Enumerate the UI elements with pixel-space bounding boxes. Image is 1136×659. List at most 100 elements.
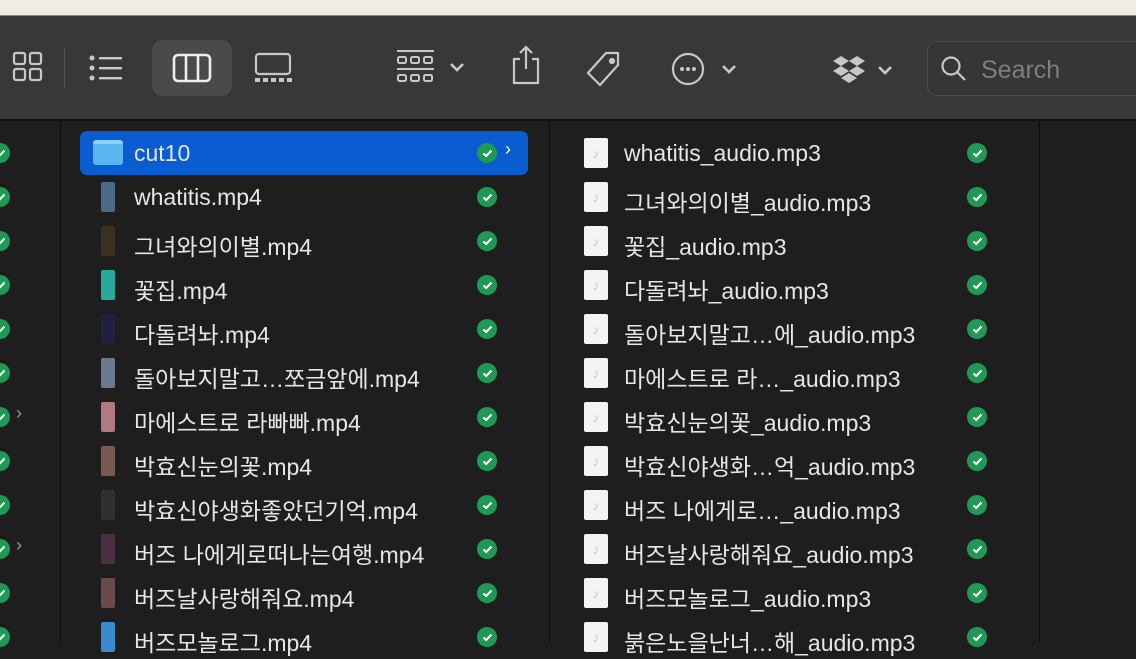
- list-item[interactable]: ♪ 박효신야생화…억_audio.mp3: [550, 439, 1040, 483]
- list-view-button[interactable]: [88, 54, 122, 82]
- synced-check-icon: [477, 407, 497, 427]
- list-item[interactable]: whatitis.mp4: [61, 175, 550, 219]
- dropbox-button[interactable]: [832, 54, 898, 84]
- video-thumbnail: [101, 534, 115, 564]
- audio-file-icon: ♪: [584, 270, 608, 300]
- synced-check-icon: [0, 627, 10, 647]
- synced-check-icon: [0, 143, 10, 163]
- column-2[interactable]: › cut10 whatitis.mp4 그녀와의이별.mp4 꽃집.mp4 다돌려놔.m…: [61, 121, 550, 656]
- audio-file-icon: ♪: [584, 490, 608, 520]
- divider: [64, 48, 65, 88]
- file-name: 버즈날사랑해줘요_audio.mp3: [624, 542, 914, 568]
- file-name: 박효신눈의꽃_audio.mp3: [624, 410, 872, 436]
- column-3[interactable]: ♪ whatitis_audio.mp3 ♪ 그녀와의이별_audio.mp3 ♪ 꽃집_…: [550, 121, 1040, 656]
- synced-check-icon: [0, 231, 10, 251]
- column-1[interactable]: › ›: [0, 121, 61, 647]
- synced-check-icon: [967, 451, 987, 471]
- synced-check-icon: [0, 407, 10, 427]
- column-4[interactable]: [1040, 121, 1136, 642]
- file-name: 박효신눈의꽃.mp4: [134, 454, 313, 480]
- synced-check-icon: [477, 363, 497, 383]
- video-thumbnail: [101, 402, 115, 432]
- list-item[interactable]: 꽃집.mp4: [61, 263, 550, 307]
- file-name: 돌아보지말고…쪼금앞에.mp4: [134, 366, 420, 392]
- chevron-right-icon: ›: [16, 535, 22, 555]
- file-name: 버즈날사랑해줘요.mp4: [134, 586, 355, 612]
- more-icon: [671, 52, 736, 86]
- file-name: 그녀와의이별_audio.mp3: [624, 190, 872, 216]
- synced-check-icon: [967, 539, 987, 559]
- video-thumbnail: [101, 622, 115, 652]
- synced-check-icon: [477, 539, 497, 559]
- list-item[interactable]: › cut10: [61, 131, 550, 175]
- synced-check-icon: [967, 319, 987, 339]
- share-button[interactable]: [510, 45, 542, 85]
- audio-file-icon: ♪: [584, 578, 608, 608]
- action-menu-button[interactable]: [670, 51, 742, 87]
- video-thumbnail: [101, 446, 115, 476]
- file-name: 그녀와의이별.mp4: [134, 234, 313, 260]
- list-item[interactable]: 버즈모놀로그.mp4: [61, 615, 550, 659]
- synced-check-icon: [477, 583, 497, 603]
- icon-view-button[interactable]: [12, 51, 44, 83]
- group-by-button[interactable]: [396, 49, 472, 85]
- file-name: 박효신야생화…억_audio.mp3: [624, 454, 916, 480]
- list-icon: [89, 55, 122, 81]
- file-name: 버즈모놀로그.mp4: [134, 630, 313, 656]
- audio-file-icon: ♪: [584, 402, 608, 432]
- group-icon: [397, 50, 464, 82]
- file-name: 마에스트로 라…_audio.mp3: [624, 366, 901, 392]
- gallery-icon: [254, 52, 292, 82]
- audio-file-icon: ♪: [584, 622, 608, 652]
- audio-file-icon: ♪: [584, 446, 608, 476]
- audio-file-icon: ♪: [584, 138, 608, 168]
- list-item[interactable]: 버즈날사랑해줘요.mp4: [61, 571, 550, 615]
- gallery-view-button[interactable]: [254, 52, 294, 84]
- list-item[interactable]: 그녀와의이별.mp4: [61, 219, 550, 263]
- list-item[interactable]: ♪ 마에스트로 라…_audio.mp3: [550, 351, 1040, 395]
- list-item[interactable]: 다돌려놔.mp4: [61, 307, 550, 351]
- list-item[interactable]: ♪ 돌아보지말고…에_audio.mp3: [550, 307, 1040, 351]
- list-item[interactable]: ♪ 박효신눈의꽃_audio.mp3: [550, 395, 1040, 439]
- synced-check-icon: [477, 319, 497, 339]
- list-item[interactable]: ♪ whatitis_audio.mp3: [550, 131, 1040, 175]
- audio-file-icon: ♪: [584, 226, 608, 256]
- list-item[interactable]: 마에스트로 라빠빠.mp4: [61, 395, 550, 439]
- synced-check-icon: [0, 187, 10, 207]
- file-name: 박효신야생화좋았던기억.mp4: [134, 498, 418, 524]
- video-thumbnail: [101, 578, 115, 608]
- list-item[interactable]: 버즈 나에게로떠나는여행.mp4: [61, 527, 550, 571]
- search-field[interactable]: Search: [927, 41, 1136, 96]
- synced-check-icon: [0, 583, 10, 603]
- file-name: 붉은노을난너…해_audio.mp3: [624, 630, 916, 656]
- list-item[interactable]: ♪ 버즈모놀로그_audio.mp3: [550, 571, 1040, 615]
- synced-check-icon: [967, 187, 987, 207]
- file-name: 다돌려놔_audio.mp3: [624, 278, 829, 304]
- file-name: whatitis.mp4: [134, 184, 262, 210]
- chevron-right-icon: ›: [505, 139, 511, 159]
- synced-check-icon: [0, 319, 10, 339]
- file-name: whatitis_audio.mp3: [624, 140, 821, 166]
- synced-check-icon: [967, 407, 987, 427]
- list-item[interactable]: ♪ 붉은노을난너…해_audio.mp3: [550, 615, 1040, 659]
- list-item[interactable]: 박효신눈의꽃.mp4: [61, 439, 550, 483]
- tags-button[interactable]: [584, 49, 624, 89]
- synced-check-icon: [967, 275, 987, 295]
- chevron-right-icon: ›: [16, 403, 22, 423]
- column-browser: › › › cut10 whatitis.mp4 그녀와의이별.mp4 꽃집.mp4 다돌려…: [0, 121, 1136, 656]
- file-name: 버즈모놀로그_audio.mp3: [624, 586, 872, 612]
- column-view-button[interactable]: [152, 40, 232, 96]
- list-item[interactable]: ♪ 그녀와의이별_audio.mp3: [550, 175, 1040, 219]
- list-item[interactable]: ♪ 꽃집_audio.mp3: [550, 219, 1040, 263]
- list-item[interactable]: 돌아보지말고…쪼금앞에.mp4: [61, 351, 550, 395]
- synced-check-icon: [0, 451, 10, 471]
- list-item[interactable]: ♪ 다돌려놔_audio.mp3: [550, 263, 1040, 307]
- folder-icon: [93, 140, 123, 165]
- tag-icon: [586, 51, 620, 87]
- list-item[interactable]: ♪ 버즈 나에게로…_audio.mp3: [550, 483, 1040, 527]
- list-item[interactable]: ♪ 버즈날사랑해줘요_audio.mp3: [550, 527, 1040, 571]
- synced-check-icon: [967, 143, 987, 163]
- search-placeholder: Search: [981, 56, 1061, 84]
- list-item[interactable]: 박효신야생화좋았던기억.mp4: [61, 483, 550, 527]
- synced-check-icon: [0, 495, 10, 515]
